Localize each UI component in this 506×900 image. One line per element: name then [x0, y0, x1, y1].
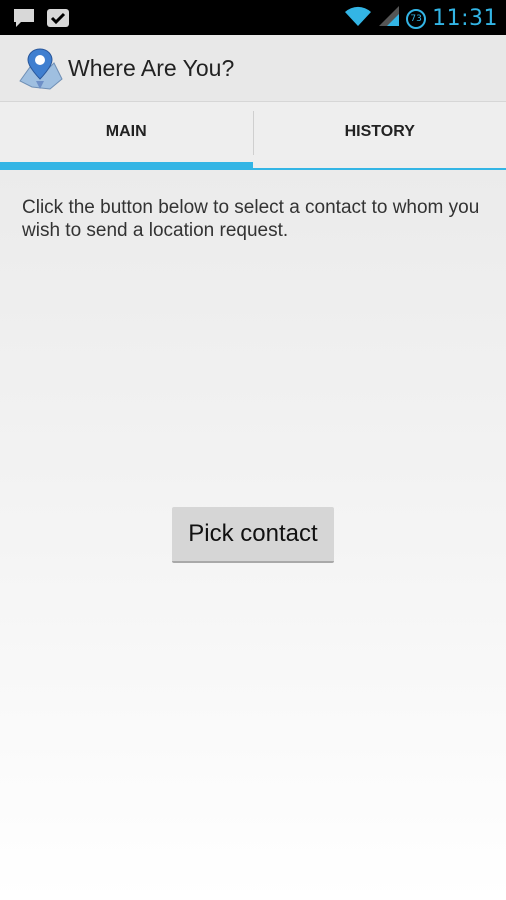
app-title: Where Are You?: [68, 55, 235, 81]
chat-notification-icon: [12, 7, 36, 34]
battery-icon: 73: [406, 8, 427, 29]
tab-label: HISTORY: [344, 123, 415, 140]
clock: 11:31: [432, 6, 498, 31]
status-bar: 73 11:31: [0, 0, 506, 35]
cell-signal-icon: [378, 4, 400, 33]
main-content: Click the button below to select a conta…: [0, 170, 506, 900]
selected-tab-indicator: [0, 162, 253, 170]
tab-bar: MAIN HISTORY: [0, 102, 506, 170]
pick-contact-button[interactable]: Pick contact: [172, 507, 334, 563]
tab-history[interactable]: HISTORY: [254, 102, 506, 168]
notification-icons: [12, 6, 70, 35]
system-icons: 73 11:31: [344, 4, 498, 33]
tab-label: MAIN: [105, 123, 147, 140]
tab-main[interactable]: MAIN: [0, 102, 253, 170]
wifi-icon: [344, 4, 372, 33]
map-pin-app-icon[interactable]: [16, 45, 64, 93]
instructions-text: Click the button below to select a conta…: [22, 197, 480, 241]
check-notification-icon: [46, 6, 70, 35]
action-bar: Where Are You?: [0, 35, 506, 102]
